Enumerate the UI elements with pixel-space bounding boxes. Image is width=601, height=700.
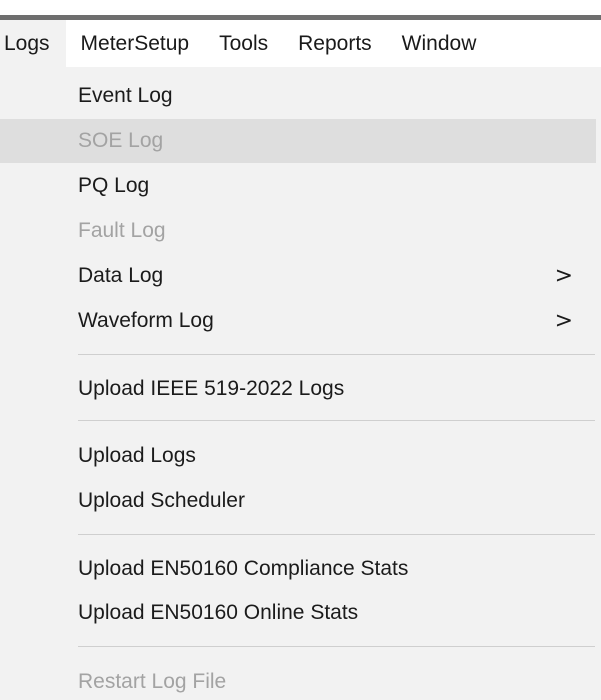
- menu-item-upload-en50160-online-stats[interactable]: Upload EN50160 Online Stats: [0, 591, 601, 635]
- menubar-logs[interactable]: Logs: [0, 20, 66, 67]
- menu-item-waveform-log[interactable]: Waveform Log >: [0, 299, 601, 343]
- chevron-right-icon: >: [554, 263, 573, 289]
- menu-item-label: PQ Log: [78, 174, 150, 197]
- menu-item-label: Upload EN50160 Compliance Stats: [78, 557, 409, 580]
- menu-separator: [78, 420, 595, 421]
- menu-separator: [78, 354, 595, 355]
- menu-item-fault-log[interactable]: Fault Log: [0, 209, 601, 253]
- menu-item-upload-scheduler[interactable]: Upload Scheduler: [0, 479, 601, 523]
- menu-item-upload-en50160-compliance-stats[interactable]: Upload EN50160 Compliance Stats: [0, 547, 601, 591]
- menu-item-label: Upload EN50160 Online Stats: [78, 601, 359, 624]
- menubar-metersetup[interactable]: MeterSetup: [66, 20, 205, 67]
- menu-item-event-log[interactable]: Event Log: [0, 74, 601, 118]
- menubar-tools[interactable]: Tools: [204, 20, 283, 67]
- menu-item-label: Upload Scheduler: [78, 489, 245, 512]
- menu-separator: [78, 534, 595, 535]
- menu-item-pq-log[interactable]: PQ Log: [0, 164, 601, 208]
- menubar-reports[interactable]: Reports: [283, 20, 387, 67]
- menu-item-upload-ieee-519-2022-logs[interactable]: Upload IEEE 519-2022 Logs: [0, 367, 601, 411]
- application-window: Logs MeterSetup Tools Reports Window Eve…: [0, 0, 601, 700]
- logs-dropdown-menu: Event Log SOE Log PQ Log Fault Log Data …: [0, 67, 601, 700]
- menu-item-label: Data Log: [78, 264, 164, 287]
- menu-item-label: Restart Log File: [78, 670, 227, 693]
- menu-separator: [78, 646, 595, 647]
- menu-item-label: Event Log: [78, 84, 173, 107]
- menu-item-restart-log-file[interactable]: Restart Log File: [0, 660, 601, 700]
- menu-item-label: Upload IEEE 519-2022 Logs: [78, 377, 345, 400]
- menubar: Logs MeterSetup Tools Reports Window: [0, 20, 601, 67]
- menu-item-label: SOE Log: [78, 129, 164, 152]
- window-top-strip: [0, 0, 601, 15]
- menu-item-label: Fault Log: [78, 219, 166, 242]
- menu-item-label: Upload Logs: [78, 444, 196, 467]
- menu-item-label: Waveform Log: [78, 309, 214, 332]
- chevron-right-icon: >: [554, 308, 573, 334]
- menu-item-soe-log[interactable]: SOE Log: [0, 119, 596, 163]
- menu-item-data-log[interactable]: Data Log >: [0, 254, 601, 298]
- menu-item-upload-logs[interactable]: Upload Logs: [0, 434, 601, 478]
- menubar-window[interactable]: Window: [387, 20, 492, 67]
